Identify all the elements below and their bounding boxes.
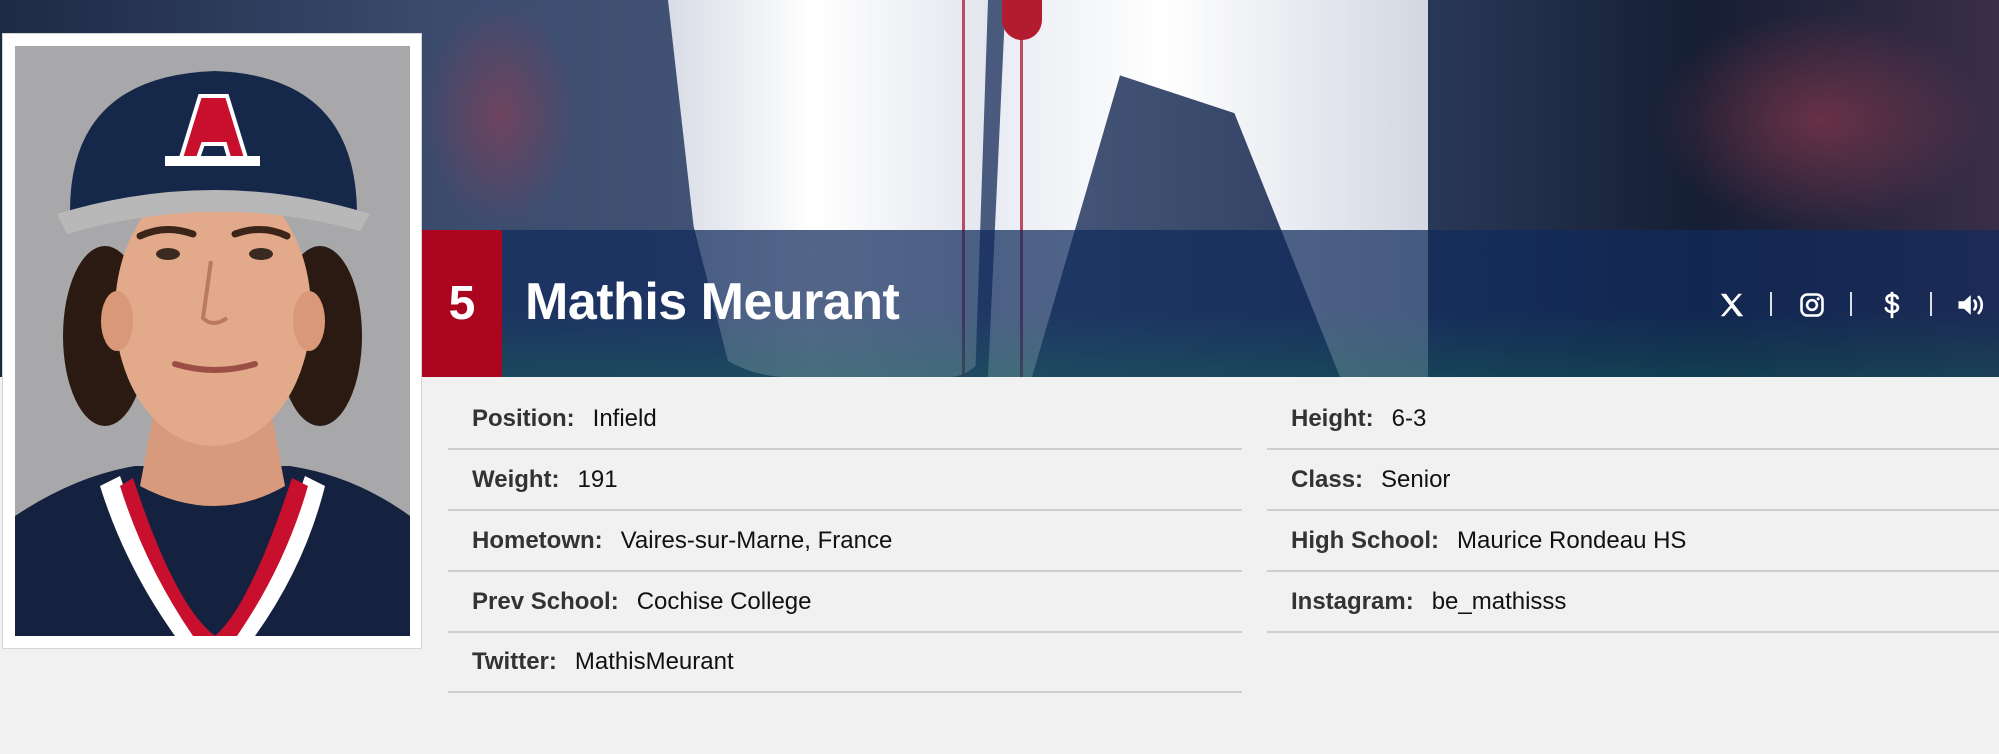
headshot-frame	[2, 33, 422, 649]
background-blur	[1650, 10, 1990, 230]
bio-label: Weight:	[472, 466, 560, 493]
bio-row-class: Class: Senior	[1267, 451, 1999, 511]
twitter-handle[interactable]: MathisMeurant	[575, 648, 734, 676]
bio-value: Maurice Rondeau HS	[1456, 527, 1687, 554]
bio-row-weight: Weight: 191	[448, 451, 1242, 511]
bio-row-height: Height: 6-3	[1267, 390, 1999, 450]
bio-label: Height:	[1291, 405, 1374, 432]
bio-row-position: Position: Infield	[448, 390, 1242, 450]
bio-row-instagram: Instagram: be_mathisss	[1267, 573, 1999, 633]
jersey-number: 5	[448, 277, 476, 330]
bio-value: Senior	[1381, 466, 1451, 493]
bio-row-hometown: Hometown: Vaires-sur-Marne, France	[448, 512, 1242, 572]
player-name: Mathis Meurant	[525, 273, 900, 331]
icon-divider	[1850, 292, 1852, 316]
instagram-handle[interactable]: be_mathisss	[1432, 588, 1567, 616]
bio-row-twitter: Twitter: MathisMeurant	[448, 633, 1242, 693]
bio-value: 191	[577, 466, 618, 493]
dollar-icon[interactable]	[1872, 285, 1912, 325]
bio-label: Instagram:	[1291, 588, 1414, 615]
bio-label: Position:	[472, 405, 575, 432]
bio-label: Prev School:	[472, 588, 619, 615]
background-blur	[420, 0, 580, 230]
x-twitter-icon[interactable]	[1712, 285, 1752, 325]
player-headshot-illustration	[15, 46, 410, 636]
instagram-icon[interactable]	[1792, 285, 1832, 325]
bio-label: Twitter:	[472, 648, 557, 675]
speaker-icon[interactable]	[1952, 285, 1992, 325]
bio-value: Cochise College	[636, 588, 812, 615]
bio-label: Class:	[1291, 466, 1364, 493]
bio-row-prev-school: Prev School: Cochise College	[448, 573, 1242, 633]
bio-label: Hometown:	[472, 527, 603, 554]
icon-divider	[1770, 292, 1772, 316]
bio-value: 6-3	[1391, 405, 1427, 432]
bio-value: Infield	[592, 405, 657, 432]
bio-label: High School:	[1291, 527, 1439, 554]
jersey-number-badge: 5	[422, 230, 502, 377]
player-headshot	[15, 46, 410, 636]
icon-divider	[1930, 292, 1932, 316]
glove	[1002, 0, 1042, 40]
bio-value: Vaires-sur-Marne, France	[620, 527, 893, 554]
bio-row-high-school: High School: Maurice Rondeau HS	[1267, 512, 1999, 572]
